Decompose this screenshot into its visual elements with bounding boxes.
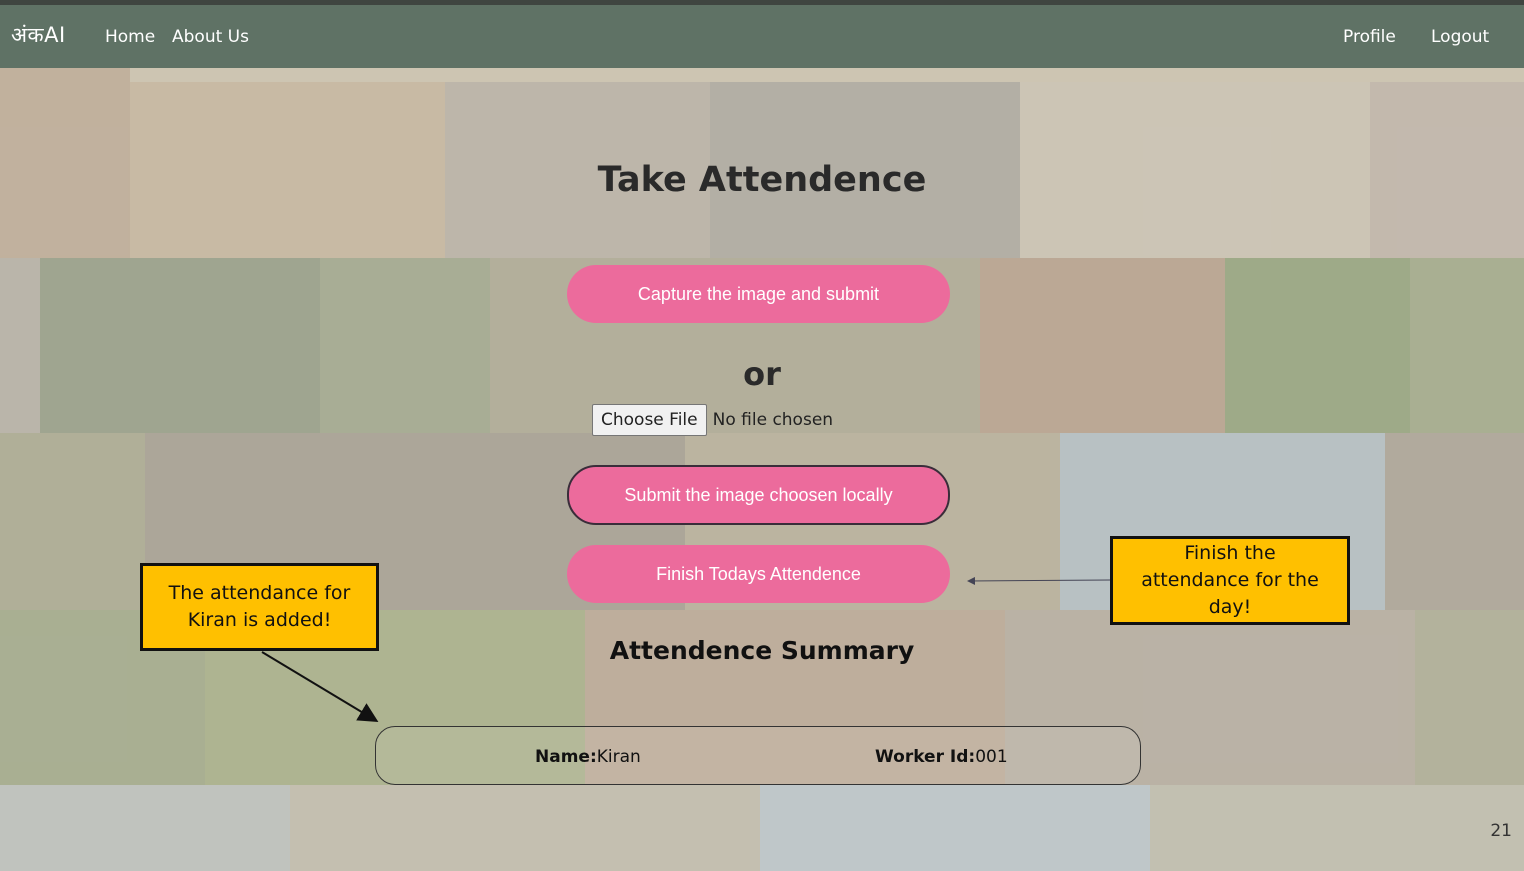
- arrow-to-finish-button: [967, 576, 1111, 585]
- arrow-to-summary: [261, 651, 379, 723]
- callout-arrows: [261, 576, 1111, 723]
- page-number: 21: [1490, 821, 1512, 841]
